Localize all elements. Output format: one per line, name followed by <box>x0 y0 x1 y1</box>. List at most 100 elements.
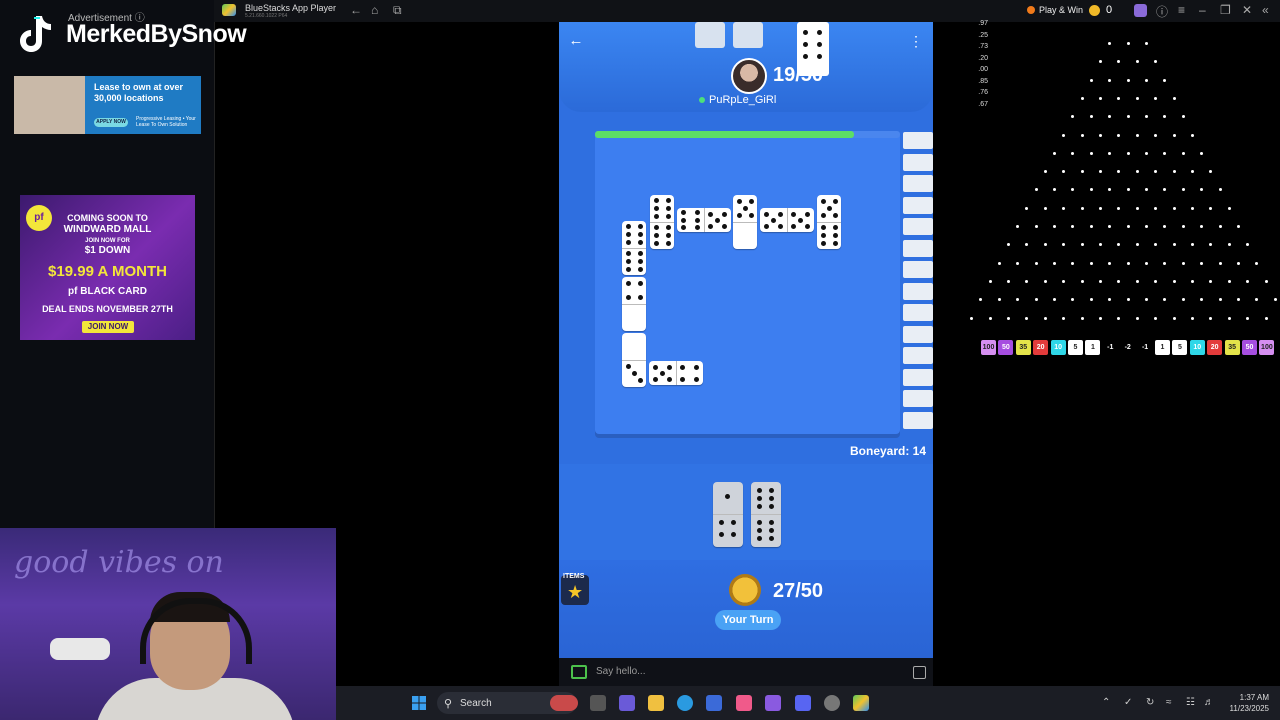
settings-icon[interactable] <box>824 695 840 711</box>
turn-timer-bar <box>595 131 855 138</box>
boneyard-tile <box>903 239 933 257</box>
plinko-peg <box>1190 243 1194 247</box>
join-now-button[interactable]: JOIN NOW <box>82 321 134 333</box>
plinko-peg <box>1062 243 1066 247</box>
menu-icon[interactable]: ≡ <box>1178 3 1185 17</box>
opponent-avatar[interactable] <box>731 58 767 94</box>
plinko-peg <box>1025 279 1029 283</box>
window-version: 5.21.660.1022 P64 <box>245 13 288 19</box>
apply-now-button[interactable]: APPLY NOW <box>94 118 128 127</box>
minimize-icon[interactable]: – <box>1199 3 1206 17</box>
player-avatar[interactable] <box>729 574 761 606</box>
discord-icon[interactable] <box>795 695 811 711</box>
hand-domino[interactable] <box>713 482 743 547</box>
bluestacks-taskbar-icon[interactable] <box>853 695 869 711</box>
plinko-peg <box>1117 170 1121 174</box>
plinko-peg <box>1062 316 1066 320</box>
plinko-peg <box>1062 279 1066 283</box>
emoji-keyboard-icon[interactable] <box>913 666 926 679</box>
profile-avatar-icon[interactable] <box>1134 4 1147 17</box>
plinko-peg <box>1034 298 1038 302</box>
help-icon[interactable]: ⓘ <box>1156 3 1168 20</box>
plinko-peg <box>988 316 992 320</box>
plinko-peg <box>1172 279 1176 283</box>
back-arrow-icon[interactable]: ← <box>567 32 585 50</box>
plinko-peg <box>1218 261 1222 265</box>
file-explorer-icon[interactable] <box>648 695 664 711</box>
plinko-peg <box>1080 243 1084 247</box>
board-domino <box>650 195 674 249</box>
plinko-peg <box>1144 188 1148 192</box>
plinko-peg <box>1089 261 1093 265</box>
ad-banner-planet-fitness[interactable]: pf COMING SOON TO WINDWARD MALL JOIN NOW… <box>20 195 195 340</box>
plinko-peg <box>1117 60 1121 64</box>
edge-icon[interactable] <box>677 695 693 711</box>
opponent-tile <box>695 22 725 48</box>
boneyard-tile <box>903 153 933 171</box>
plinko-peg <box>1080 170 1084 174</box>
plinko-peg <box>1218 225 1222 228</box>
your-turn-badge: Your Turn <box>715 610 781 630</box>
plinko-peg <box>1098 133 1102 137</box>
plinko-multiplier: 20 <box>1033 340 1049 355</box>
tray-chevron-icon[interactable]: ⌃ <box>1102 697 1110 708</box>
plinko-peg <box>1098 243 1102 247</box>
play-win-button[interactable]: Play & Win <box>1039 5 1083 15</box>
plinko-peg <box>1080 279 1084 283</box>
boneyard-tile <box>903 304 933 321</box>
plinko-peg <box>1108 261 1112 265</box>
plinko-peg <box>1089 298 1093 302</box>
tray-network-icon[interactable]: ≈ <box>1166 697 1172 708</box>
windows-start-icon[interactable] <box>412 696 426 710</box>
expand-icon[interactable]: « <box>1262 3 1269 17</box>
back-icon[interactable]: ← <box>350 3 362 17</box>
store-icon[interactable] <box>706 695 722 711</box>
hand-domino[interactable] <box>751 482 781 547</box>
plinko-peg <box>1154 206 1158 210</box>
volume-icon[interactable]: ♬ <box>1204 697 1214 708</box>
star-icon[interactable]: ★ <box>567 582 583 603</box>
plinko-peg <box>1255 298 1259 302</box>
plinko-peg <box>1264 316 1268 320</box>
plinko-peg <box>1080 133 1084 137</box>
plinko-peg <box>1025 316 1029 320</box>
task-view-icon[interactable] <box>590 695 606 711</box>
plinko-peg <box>1043 316 1047 320</box>
plinko-peg <box>1190 170 1194 174</box>
close-icon[interactable]: ✕ <box>1242 3 1252 17</box>
teams-icon[interactable] <box>619 695 635 711</box>
plinko-peg <box>1052 225 1056 228</box>
recent-apps-icon[interactable]: ⧉ <box>393 3 402 18</box>
more-options-icon[interactable]: ⋮ <box>909 32 923 50</box>
chat-icon[interactable] <box>571 665 587 679</box>
copilot-icon[interactable] <box>765 695 781 711</box>
home-icon[interactable]: ⌂ <box>371 3 378 17</box>
play-win-icon[interactable] <box>1027 6 1035 14</box>
plinko-peg <box>1209 170 1213 174</box>
plinko-peg <box>1144 78 1148 82</box>
opponent-name: PuRpLe_GiRl <box>709 94 777 106</box>
plinko-peg <box>979 298 983 302</box>
ad-banner-progressive[interactable]: Lease to own at over 30,000 locations AP… <box>14 76 201 134</box>
plinko-peg <box>970 316 974 320</box>
wifi-icon[interactable]: ☷ <box>1186 697 1195 708</box>
photos-icon[interactable] <box>736 695 752 711</box>
plinko-peg <box>1181 115 1185 119</box>
tray-sync-icon[interactable]: ↻ <box>1146 697 1154 708</box>
tray-app-icon[interactable]: ✓ <box>1124 697 1132 708</box>
items-label: ITEMS <box>563 573 585 580</box>
plinko-peg <box>1089 188 1093 192</box>
maximize-icon[interactable]: ❐ <box>1220 3 1231 17</box>
chat-input[interactable]: Say hello... <box>596 666 645 677</box>
bluestacks-logo-icon <box>222 4 236 16</box>
boneyard-tile <box>903 218 933 235</box>
plinko-peg <box>1190 133 1194 137</box>
plinko-peg <box>1172 170 1176 174</box>
search-highlight-icon[interactable] <box>550 695 578 711</box>
plinko-peg <box>1089 225 1093 228</box>
plinko-peg <box>1071 115 1075 119</box>
taskbar-clock[interactable]: 1:37 AM 11/23/2025 <box>1225 692 1269 714</box>
boneyard-tile <box>903 132 933 149</box>
plinko-peg <box>1181 188 1185 192</box>
ad-subtext: Progressive Leasing • Your Lease To Own … <box>136 116 196 128</box>
